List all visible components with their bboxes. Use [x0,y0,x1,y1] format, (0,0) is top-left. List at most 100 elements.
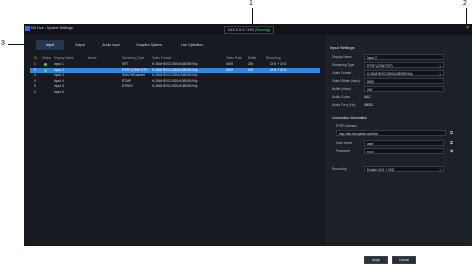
table-cell-vrate: 6000 [226,62,234,66]
audio-freq-label: Audio Freq. (Hz) [332,103,356,107]
col-display-name: Display Name [54,56,74,60]
col-video-rate: Video Rate [226,56,242,60]
recording-row: Recording Enable CH1 + CH2 [332,166,468,173]
callout-line-1 [252,8,253,24]
table-cell-vfmt: H.264/HEVC/1920x1080/59.94p [152,67,198,72]
table-cell-stype: RTSP (CDN/TCP) [122,67,148,72]
tab-live-operation[interactable]: Live Operation [172,40,212,50]
table-cell-vfmt: H.264/HEVC/1920x1080/59.94p [152,84,198,88]
callout-1: 1 [249,0,253,7]
settings-row: Display Name Input 2 [332,54,468,60]
col-buffer: Buffer [248,56,257,60]
tab-input[interactable]: Input [36,40,64,50]
password-field[interactable]: •••••• [364,148,444,154]
close-icon[interactable]: × [466,25,469,32]
table-cell-id: 5 [34,84,36,88]
table-cell-stype: SRT [122,62,129,66]
table-row[interactable]: 5 Input 5 NTR/IS H.264/HEVC/1920x1080/59.94… [30,84,320,89]
recording-label: Recording [332,167,347,171]
callout-line-2 [466,8,467,24]
rtsp-address-field[interactable]: rtsp://lab-liveuplink.com/live [336,130,446,136]
table-cell-vfmt: H.264/HEVC/1920x1080/59.94p [152,62,198,66]
table-cell-name: Input 1 [54,62,64,66]
col-recording: Recording [266,56,281,60]
settings-label: Display Name [332,55,352,59]
audio-codec-row: Audio Codec AAC [332,94,468,100]
settings-label: Streaming Type [332,63,355,67]
audio-freq-row: Audio Freq. (Hz) 48000 [332,102,468,108]
table-cell-name: Input 2 [54,67,64,72]
settings-label: Buffer (msec) [332,87,352,91]
status-address: XXX.X.X.X / XXX [228,28,255,32]
settings-window: NX Live - System Settings XXX.X.X.X / XX… [24,24,472,264]
tab-graphics-system[interactable]: Graphics System [128,40,170,50]
callout-3: 3 [1,40,5,47]
copy-icon[interactable]: ⧉ [450,130,453,135]
settings-select[interactable]: RTSP (CDN/TCP) [364,62,444,69]
table-cell-name: Input 5 [54,84,64,88]
status-indicator-icon [44,63,47,66]
audio-freq-value: 48000 [364,103,373,107]
settings-select[interactable]: H.264/HEVC/1920x1080/59.94p [364,70,444,77]
settings-row: Buffer (msec) 200 [332,86,468,92]
copy-user-icon[interactable]: ⧉ [450,140,453,145]
table-row[interactable]: 2 Input 2 RTSP (CDN/TCP) H.264/HEVC/1920x10… [30,67,320,73]
password-label: Password [336,149,350,153]
input-settings-panel: Input Settings Display Name Input 2 Stream… [326,36,472,264]
table-cell-id: 2 [34,67,36,72]
settings-input[interactable]: 6000 [364,78,444,84]
table-cell-id: 4 [34,78,36,83]
apply-button[interactable]: Apply [364,256,388,264]
table-row[interactable]: 4 Input 4 RTMP H.264/HEVC/1920x1080/59.94p [30,79,320,84]
recording-select[interactable]: Enable CH1 + CH2 [364,166,444,173]
connection-info-title: Connection Information [332,116,368,120]
callout-2: 2 [463,0,467,7]
rtsp-address-label: RTSP Address [336,124,357,128]
table-row[interactable]: 3 Input 3 SDK/HW packet H.264/HEVC/1920x108… [30,73,320,78]
table-cell-stype: SDK/HW packet [122,73,146,77]
cancel-button[interactable]: Cancel [392,256,416,264]
col-video-format: Video Format [152,56,172,60]
col-streaming-type: Streaming Type [122,56,145,60]
input-table: ID Status Display Name Name Streaming Ty… [30,56,320,128]
settings-label: Video Format [332,71,352,75]
table-cell-id: 1 [34,62,36,66]
user-label: User Name [336,141,353,145]
tab-bar: Input Output Audio Input Graphics System… [36,40,214,50]
panel-title: Input Settings [330,45,355,50]
table-row[interactable]: 6 Input 6 [30,90,320,95]
settings-input[interactable]: Input 2 [364,54,444,60]
table-row[interactable]: 1 Input 1 SRT H.264/HEVC/1920x1080/59.94p 60… [30,62,320,67]
table-cell-vfmt: H.264/HEVC/1920x1080/59.94p [152,73,198,77]
connection-status: XXX.X.X.X / XXX (Running) [224,26,274,34]
tab-output[interactable]: Output [66,40,94,50]
table-cell-name: Input 6 [54,89,64,94]
table-cell-rec: CH1 + CH2 [270,67,287,72]
status-running: (Running) [254,28,270,32]
callout-line-3 [8,44,30,45]
table-cell-stype: RTMP [122,78,131,83]
table-cell-buffer: 200 [248,67,254,72]
settings-input[interactable]: 200 [364,86,444,92]
settings-row: Video Bitrate (kbps) 6000 [332,78,468,84]
user-field[interactable]: user [364,140,444,146]
col-status: Status [42,56,52,60]
col-id: ID [34,56,38,60]
table-cell-id: 6 [34,89,36,94]
app-logo-icon [25,26,30,31]
settings-label: Video Bitrate (kbps) [332,79,360,83]
table-cell-name: Input 4 [54,78,64,83]
table-cell-buffer: 200 [248,62,254,66]
audio-codec-value: AAC [364,95,371,99]
title-bar: NX Live - System Settings XXX.X.X.X / XX… [24,24,472,34]
show-password-icon[interactable]: ◉ [450,148,454,153]
window-title: NX Live - System Settings [31,26,73,30]
tab-audio-input[interactable]: Audio Input [96,40,126,50]
settings-row: Streaming Type RTSP (CDN/TCP) [332,62,468,69]
audio-codec-label: Audio Codec [332,95,351,99]
table-cell-vfmt: H.264/HEVC/1920x1080/59.94p [152,78,198,83]
table-cell-stype: NTR/IS [122,84,133,88]
status-indicator-icon [44,68,47,72]
col-name: Name [88,56,97,60]
settings-row: Video Format H.264/HEVC/1920x1080/59.94p [332,70,468,77]
